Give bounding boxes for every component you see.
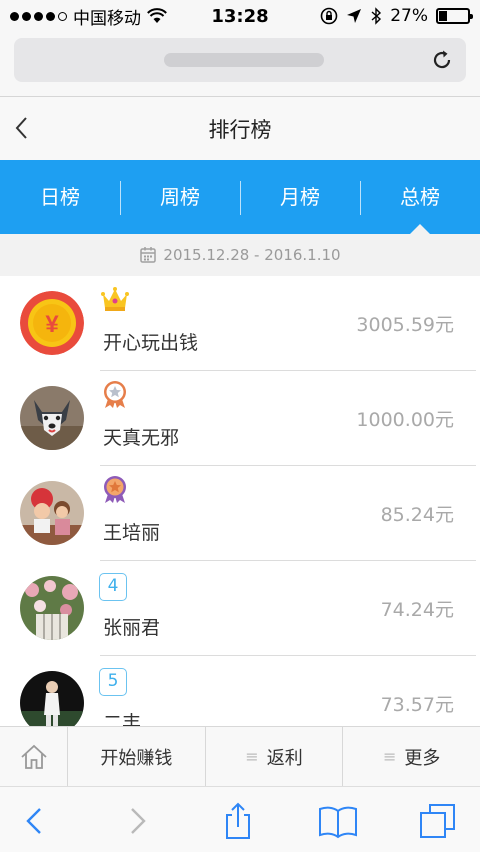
bookmarks-icon[interactable]	[318, 801, 358, 841]
location-icon	[347, 9, 362, 23]
address-bar[interactable]	[14, 38, 466, 82]
user-amount: 74.24元	[380, 599, 454, 621]
orientation-lock-icon	[320, 7, 338, 25]
user-amount: 3005.59元	[356, 314, 454, 336]
menu-lines-icon: ≡	[382, 747, 397, 766]
browser-toolbar	[0, 786, 480, 852]
user-amount: 73.57元	[380, 694, 454, 716]
tab-monthly[interactable]: 月榜	[240, 160, 360, 234]
user-name: 天真无邪	[103, 427, 180, 449]
leaderboard-row[interactable]: 4 张丽君 74.24元	[0, 561, 480, 656]
leaderboard-row[interactable]: 王培丽 85.24元	[0, 466, 480, 561]
user-name: 张丽君	[103, 617, 161, 639]
rebate-menu-button[interactable]: ≡ 返利	[206, 727, 344, 786]
date-range-bar: 2015.12.28 - 2016.1.10	[0, 234, 480, 276]
person-avatar	[20, 671, 84, 726]
svg-text:¥: ¥	[45, 311, 59, 338]
bluetooth-icon	[371, 7, 382, 25]
date-range: 2015.12.28 - 2016.1.10	[163, 246, 341, 264]
tabs-icon[interactable]	[418, 801, 458, 841]
share-icon[interactable]	[218, 801, 258, 841]
start-earning-label: 开始赚钱	[100, 747, 173, 769]
battery-icon	[436, 8, 473, 24]
home-button[interactable]	[0, 727, 68, 786]
user-name: 王培丽	[103, 522, 161, 544]
home-icon	[20, 744, 47, 769]
rebate-label: 返利	[266, 747, 303, 769]
tab-daily[interactable]: 日榜	[0, 160, 120, 234]
crown-icon	[101, 287, 129, 311]
signal-icon	[10, 11, 67, 21]
flowers-avatar	[20, 576, 84, 640]
user-amount: 85.24元	[380, 504, 454, 526]
menu-lines-icon: ≡	[245, 747, 259, 766]
url-text-blurred	[164, 53, 324, 67]
bronze-medal-icon	[104, 476, 126, 503]
period-tabs: 日榜 周榜 月榜 总榜	[0, 160, 480, 234]
more-label: 更多	[404, 747, 441, 769]
more-menu-button[interactable]: ≡ 更多	[343, 727, 480, 786]
rank-number: 4	[99, 573, 127, 601]
husky-avatar	[20, 386, 84, 450]
carrier-label: 中国移动	[73, 8, 141, 29]
user-amount: 1000.00元	[356, 409, 454, 431]
page-header: 排行榜	[0, 96, 480, 160]
leaderboard-row[interactable]: ¥ 开心玩出钱 3005.59元	[0, 276, 480, 371]
battery-percent: 27%	[390, 6, 428, 26]
leaderboard-list: ¥ 开心玩出钱 3005.59元 天真无邪 1000.00元 王培丽 85.24…	[0, 276, 480, 726]
coin-avatar: ¥	[20, 291, 84, 355]
back-arrow-icon[interactable]	[10, 115, 36, 141]
rank-number: 5	[99, 668, 127, 696]
bottom-menu: 开始赚钱 ≡ 返利 ≡ 更多	[0, 726, 480, 786]
leaderboard-row[interactable]: 天真无邪 1000.00元	[0, 371, 480, 466]
silver-medal-icon	[104, 381, 126, 408]
status-bar: 中国移动 13:28 27%	[0, 0, 480, 32]
user-name: 二丰	[103, 712, 142, 726]
leaderboard-row[interactable]: 5 二丰 73.57元	[0, 656, 480, 726]
browser-url-area	[0, 32, 480, 96]
user-name: 开心玩出钱	[103, 332, 199, 354]
kids-avatar	[20, 481, 84, 545]
page-title: 排行榜	[208, 117, 272, 142]
back-icon[interactable]	[16, 801, 56, 841]
calendar-icon	[140, 247, 157, 263]
forward-icon[interactable]	[116, 801, 156, 841]
tab-weekly[interactable]: 周榜	[120, 160, 240, 234]
tab-total[interactable]: 总榜	[360, 160, 480, 234]
start-earning-button[interactable]: 开始赚钱	[68, 727, 206, 786]
reload-icon[interactable]	[430, 48, 454, 72]
clock: 13:28	[211, 5, 269, 27]
wifi-icon	[147, 8, 167, 23]
